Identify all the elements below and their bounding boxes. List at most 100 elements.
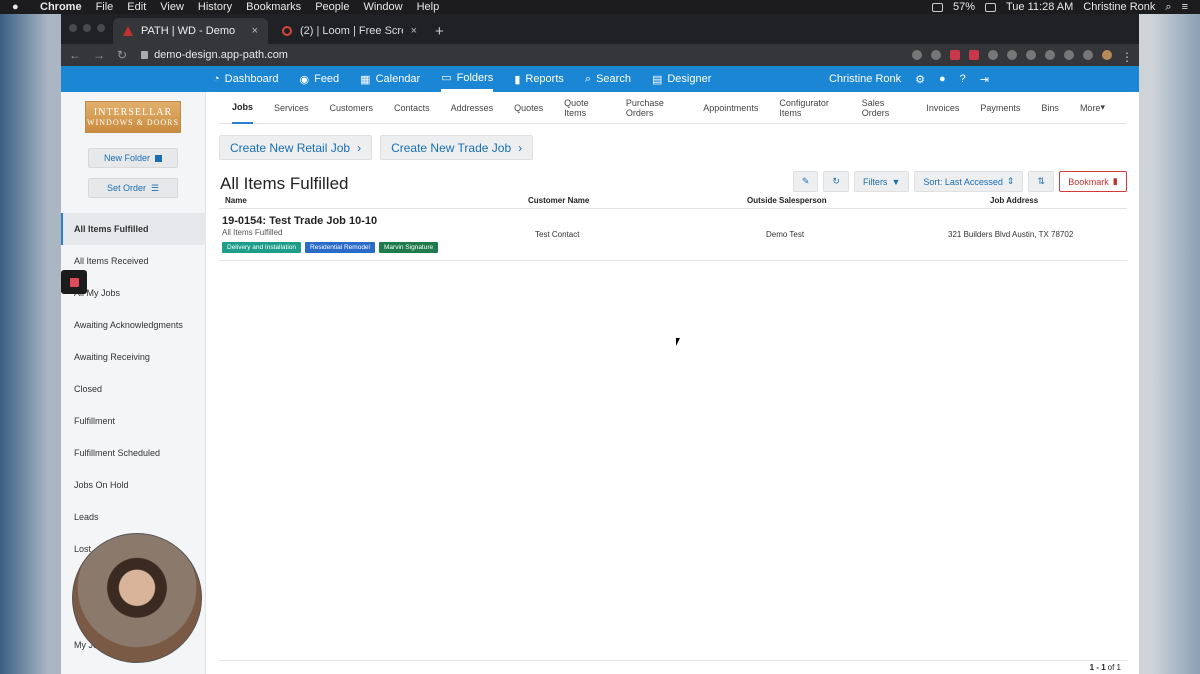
tab-contacts[interactable]: Contacts: [394, 92, 430, 124]
zoom-window-icon[interactable]: [97, 24, 105, 32]
refresh-button[interactable]: ↻: [823, 171, 849, 192]
extension-icon[interactable]: [1083, 50, 1093, 60]
filters-button[interactable]: Filters ▼: [853, 171, 910, 192]
edit-button[interactable]: ✎: [792, 171, 819, 192]
nav-dashboard[interactable]: ◔ Dashboard: [213, 66, 278, 92]
nav-user-name[interactable]: Christine Ronk: [829, 73, 901, 85]
folder-item[interactable]: Jobs On Hold: [61, 469, 206, 501]
close-tab-icon[interactable]: ×: [411, 25, 417, 37]
folder-item[interactable]: Awaiting Acknowledgments: [61, 309, 206, 341]
job-title[interactable]: 19-0154: Test Trade Job 10-10: [222, 215, 377, 227]
create-trade-job-button[interactable]: Create New Trade Job ›: [380, 135, 534, 160]
menubar-user[interactable]: Christine Ronk: [1083, 1, 1155, 13]
battery-icon[interactable]: [985, 2, 996, 12]
address-bar[interactable]: demo-design.app-path.com: [141, 49, 288, 61]
more-label: More: [1079, 102, 1101, 113]
folder-item[interactable]: Leads: [61, 501, 206, 533]
key-icon[interactable]: [912, 50, 922, 60]
nav-feed[interactable]: ◉ Feed: [299, 66, 339, 92]
profile-avatar[interactable]: [1102, 50, 1112, 60]
column-header-address[interactable]: Job Address: [990, 196, 1038, 208]
nav-designer[interactable]: ▤ Designer: [652, 66, 711, 92]
loom-record-stop-button[interactable]: [61, 270, 87, 294]
menu-view[interactable]: View: [160, 1, 184, 13]
menu-file[interactable]: File: [96, 1, 114, 13]
job-tags: Delivery and Installation Residential Re…: [222, 242, 439, 253]
company-logo[interactable]: INTERSELLAR WINDOWS & DOORS: [85, 101, 181, 133]
extension-icon[interactable]: [1026, 50, 1036, 60]
nav-reports[interactable]: ▮ Reports: [514, 66, 564, 92]
chat-icon[interactable]: ●: [939, 73, 946, 85]
gear-icon[interactable]: ⚙: [915, 73, 925, 86]
column-header-customer[interactable]: Customer Name: [528, 196, 747, 208]
logout-icon[interactable]: ⇥: [980, 73, 989, 86]
apple-icon[interactable]: ●: [12, 1, 26, 13]
extension-icon[interactable]: [1064, 50, 1074, 60]
tab-addresses[interactable]: Addresses: [451, 92, 494, 124]
help-icon[interactable]: ?: [960, 73, 966, 85]
forward-icon[interactable]: →: [93, 48, 105, 62]
menu-chrome[interactable]: Chrome: [40, 1, 82, 13]
tab-configurator-items[interactable]: Configurator Items: [779, 92, 840, 124]
nav-search[interactable]: ⌕ Search: [585, 66, 631, 92]
menu-edit[interactable]: Edit: [127, 1, 146, 13]
bookmark-button[interactable]: Bookmark ▮: [1059, 171, 1127, 192]
tab-more[interactable]: More ▾: [1080, 92, 1105, 124]
browser-tab-path[interactable]: PATH | WD - Demo ×: [113, 18, 268, 44]
tag-badge: Marvin Signature: [379, 242, 439, 253]
tab-services[interactable]: Services: [274, 92, 309, 124]
tab-quote-items[interactable]: Quote Items: [564, 92, 605, 124]
folder-item[interactable]: Fulfillment: [61, 405, 206, 437]
nav-folders[interactable]: ▭ Folders: [441, 66, 494, 92]
loom-extension-icon[interactable]: [969, 50, 979, 60]
tab-invoices[interactable]: Invoices: [926, 92, 959, 124]
sort-select[interactable]: Sort: Last Accessed ⇕: [914, 171, 1024, 192]
close-tab-icon[interactable]: ×: [252, 25, 258, 37]
extension-icon[interactable]: [950, 50, 960, 60]
folder-item[interactable]: Awaiting Receiving: [61, 341, 206, 373]
star-icon[interactable]: [931, 50, 941, 60]
menu-bookmarks[interactable]: Bookmarks: [246, 1, 301, 13]
column-header-salesperson[interactable]: Outside Salesperson: [747, 196, 990, 208]
jobs-table: Name Customer Name Outside Salesperson J…: [219, 196, 1127, 261]
wifi-icon[interactable]: [931, 2, 943, 12]
close-window-icon[interactable]: [69, 24, 77, 32]
set-order-button[interactable]: Set Order ☰: [88, 178, 178, 198]
browser-menu-icon[interactable]: ⋮: [1121, 50, 1133, 64]
new-folder-button[interactable]: New Folder: [88, 148, 178, 168]
button-label: Create New Retail Job: [230, 140, 351, 155]
spotlight-icon[interactable]: ⌕: [1165, 1, 1171, 14]
back-icon[interactable]: ←: [69, 48, 81, 62]
tab-quotes[interactable]: Quotes: [514, 92, 543, 124]
table-row[interactable]: 19-0154: Test Trade Job 10-10 All Items …: [219, 209, 1127, 261]
tab-sales-orders[interactable]: Sales Orders: [862, 92, 906, 124]
tab-payments[interactable]: Payments: [980, 92, 1020, 124]
menu-people[interactable]: People: [315, 1, 349, 13]
tab-jobs[interactable]: Jobs: [232, 92, 254, 124]
menu-history[interactable]: History: [198, 1, 232, 13]
menu-extras-icon[interactable]: ≡: [1182, 1, 1188, 13]
browser-tab-loom[interactable]: (2) | Loom | Free Screen & Video ×: [272, 18, 427, 44]
tab-purchase-orders[interactable]: Purchase Orders: [626, 92, 682, 124]
column-header-name[interactable]: Name: [225, 196, 528, 208]
folder-item[interactable]: Closed: [61, 373, 206, 405]
extension-icon[interactable]: [1045, 50, 1055, 60]
extension-icon[interactable]: [1007, 50, 1017, 60]
tab-customers[interactable]: Customers: [330, 92, 374, 124]
reload-icon[interactable]: ↻: [117, 48, 127, 62]
menu-help[interactable]: Help: [417, 1, 440, 13]
create-retail-job-button[interactable]: Create New Retail Job ›: [219, 135, 373, 160]
minimize-window-icon[interactable]: [83, 24, 91, 32]
new-tab-button[interactable]: +: [427, 18, 452, 44]
tab-bins[interactable]: Bins: [1041, 92, 1059, 124]
sort-direction-button[interactable]: ⇅: [1028, 171, 1054, 192]
url-text[interactable]: demo-design.app-path.com: [154, 49, 288, 61]
extension-icon[interactable]: [988, 50, 998, 60]
menu-window[interactable]: Window: [363, 1, 402, 13]
webcam-bubble[interactable]: [72, 533, 202, 663]
folder-item[interactable]: All Items Fulfilled: [61, 213, 206, 245]
nav-calendar[interactable]: ▦ Calendar: [360, 66, 420, 92]
menubar-clock[interactable]: Tue 11:28 AM: [1006, 1, 1073, 13]
tab-appointments[interactable]: Appointments: [703, 92, 758, 124]
folder-item[interactable]: Fulfillment Scheduled: [61, 437, 206, 469]
